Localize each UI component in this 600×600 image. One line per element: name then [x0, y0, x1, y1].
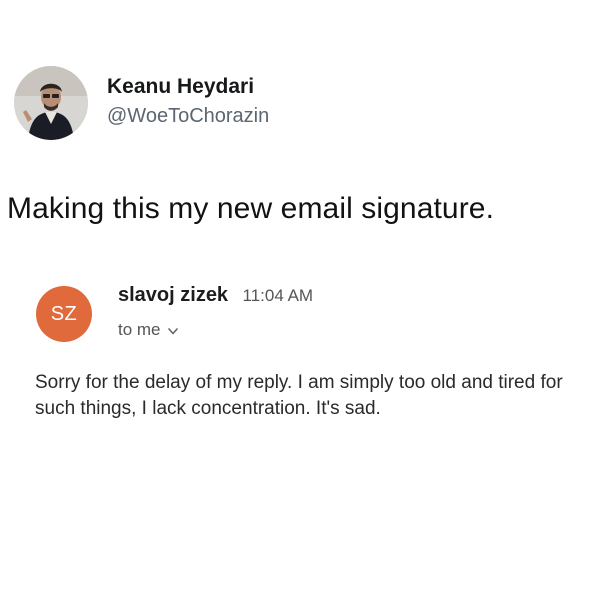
recipient-details-toggle[interactable]: to me: [118, 320, 178, 340]
author-info: Keanu Heydari @WoeToChorazin: [107, 74, 269, 129]
author-handle[interactable]: @WoeToChorazin: [107, 103, 269, 129]
chevron-down-icon[interactable]: [167, 320, 178, 340]
author-avatar[interactable]: [14, 66, 88, 140]
tweet-header: Keanu Heydari @WoeToChorazin: [14, 66, 269, 140]
sender-line: slavoj zizek 11:04 AM: [118, 284, 313, 307]
sender-name: slavoj zizek: [118, 284, 229, 306]
author-name[interactable]: Keanu Heydari: [107, 74, 269, 100]
sender-avatar: SZ: [36, 286, 92, 342]
recipient-label: to me: [118, 320, 161, 339]
email-time: 11:04 AM: [242, 286, 314, 305]
email-body: Sorry for the delay of my reply. I am si…: [35, 372, 563, 419]
tweet-text: Making this my new email signature.: [7, 192, 495, 225]
